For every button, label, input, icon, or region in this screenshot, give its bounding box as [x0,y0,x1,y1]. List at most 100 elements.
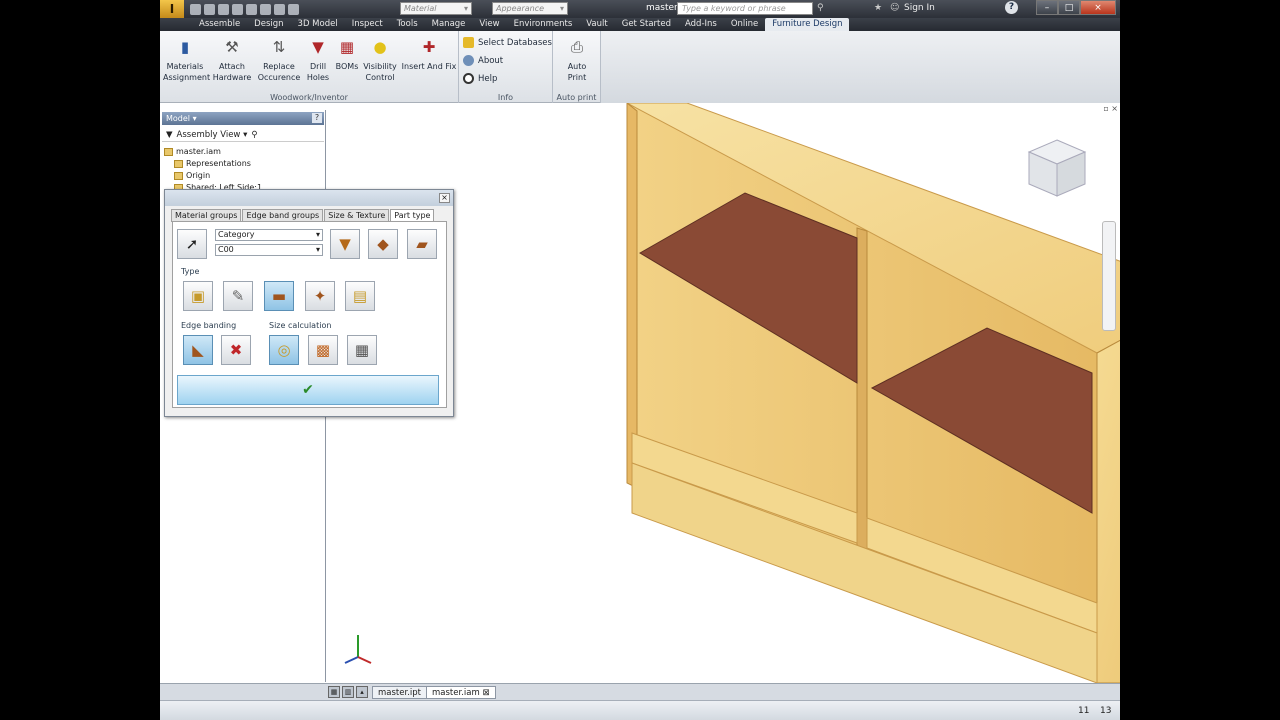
close-button[interactable]: × [1080,0,1116,15]
appearance-select[interactable]: Appearance ▾ [492,2,568,15]
tree-root[interactable]: master.iam [164,146,322,158]
type-button-2[interactable]: ✎ [223,281,253,311]
ribbon-tab-inspect[interactable]: Inspect [345,18,390,31]
type-button-1[interactable]: ▣ [183,281,213,311]
tab-edge-band-groups[interactable]: Edge band groups [242,209,324,221]
type-button-3[interactable]: ▬ [264,281,294,311]
dialog-close-button[interactable]: × [439,193,450,203]
ribbon-tab-manage[interactable]: Manage [425,18,473,31]
app-logo[interactable]: I [160,0,184,18]
ribbon-tab-environments[interactable]: Environments [507,18,580,31]
panel-button[interactable]: ▰ [407,229,437,259]
assembly-view-select[interactable]: Assembly View ▾ [177,130,248,140]
type-button-5[interactable]: ▤ [345,281,375,311]
maximize-button[interactable]: □ [1058,0,1080,15]
ribbon-tab-3d-model[interactable]: 3D Model [291,18,345,31]
group-label: Info [497,93,514,102]
viewport-controls[interactable]: ▫ × [1103,104,1118,113]
redo-icon[interactable] [246,3,257,15]
insert-icon: ✚ [422,37,436,56]
find-icon[interactable]: ⚲ [251,130,257,140]
size-calc-button-1[interactable]: ◎ [269,335,299,365]
sign-in-link[interactable]: Sign In [904,3,935,13]
size-calc-button-2[interactable]: ▩ [308,335,338,365]
tab-part-type[interactable]: Part type [390,209,435,221]
update-icon[interactable] [274,3,285,15]
tab-list-icon[interactable]: ▴ [356,686,368,698]
quick-access-toolbar [190,3,299,15]
connector-icon: ✦ [313,287,327,305]
tile-icon[interactable]: ▦ [328,686,340,698]
type-button-4[interactable]: ✦ [305,281,335,311]
projects-icon[interactable] [288,3,299,15]
woodwork-group: ▮ Materials Assignment ⚒ Attach Hardware… [160,31,459,103]
code-select[interactable]: C00 [215,244,323,256]
ribbon-tab-view[interactable]: View [472,18,506,31]
view-label: Assembly View [176,129,241,140]
open-icon[interactable] [204,3,215,15]
select-tool-button[interactable]: ➚ [177,229,207,259]
help-button[interactable]: ? [1005,1,1018,14]
apply-button[interactable]: ✔ [177,375,439,405]
attach-hardware-button[interactable]: ⚒ Attach Hardware [210,35,254,83]
tree-item[interactable]: Origin [164,170,322,182]
tab-size-texture[interactable]: Size & Texture [324,209,390,221]
browser-header[interactable]: Model ▾ ? [162,112,324,125]
user-icon[interactable]: ☺ [890,3,899,13]
ribbon-tab-tools[interactable]: Tools [390,18,425,31]
edge-band-remove-button[interactable]: ✖ [221,335,251,365]
insert-and-fix-button[interactable]: ✚ Insert And Fix [400,35,458,72]
cascade-icon[interactable]: ▥ [342,686,354,698]
lightbulb-icon: ● [373,37,387,56]
board-button[interactable]: ◆ [368,229,398,259]
tree-label: Origin [186,171,211,180]
favorites-icon[interactable]: ★ [874,3,882,13]
category-select[interactable]: Category [215,229,323,241]
size-calc-button-3[interactable]: ▦ [347,335,377,365]
doc-tab-master-iam[interactable]: master.iam ⊠ [426,686,496,699]
edge-band-apply-button[interactable]: ◣ [183,335,213,365]
doc-tab-master-ipt[interactable]: master.ipt [372,686,427,699]
replace-occurence-button[interactable]: ⇅ Replace Occurence [257,35,301,83]
tab-material-groups[interactable]: Material groups [171,209,242,221]
minimize-button[interactable]: – [1036,0,1058,15]
close-icon[interactable]: ⊠ [482,688,489,698]
ribbon-tab-online[interactable]: Online [724,18,765,31]
auto-print-button[interactable]: ⎙ Auto Print [555,35,599,83]
ribbon-tab-assemble[interactable]: Assemble [192,18,247,31]
ribbon-tab-add-ins[interactable]: Add-Ins [678,18,724,31]
cabinet-left-side [626,103,638,489]
dialog-title-bar[interactable] [165,190,453,206]
material-select[interactable]: Material ▾ [400,2,472,15]
select-databases-button[interactable]: Select Databases [463,37,552,48]
undo-icon[interactable] [232,3,243,15]
material-placeholder: Material [404,4,437,13]
help-ribbon-button[interactable]: Help [463,73,497,84]
materials-assignment-button[interactable]: ▮ Materials Assignment [163,35,210,83]
button-label: Insert And Fix [401,62,457,71]
new-icon[interactable] [190,3,201,15]
button-label: About [478,55,504,66]
visibility-control-button[interactable]: ● Visibility Control [358,35,402,83]
replace-icon: ⇅ [272,37,286,56]
view-cube-icon [1027,139,1087,197]
type-label: Type [181,267,200,276]
filter-icon[interactable]: ▼ [166,130,173,140]
ribbon-tab-design[interactable]: Design [247,18,290,31]
browser-help-button[interactable]: ? [312,113,322,123]
ribbon-tab-furniture-design[interactable]: Furniture Design [765,18,850,31]
view-cube[interactable] [1027,138,1087,198]
arrow-cursor-icon: ➚ [185,235,199,253]
save-icon[interactable] [218,3,229,15]
about-button[interactable]: About [463,55,503,66]
tree-item[interactable]: Representations [164,158,322,170]
ribbon-tab-vault[interactable]: Vault [579,18,614,31]
ribbon-tab-get-started[interactable]: Get Started [615,18,678,31]
button-label: Hardware [212,73,252,82]
search-input[interactable]: Type a keyword or phrase [677,2,813,15]
binoculars-icon[interactable]: ⚲ [817,3,824,13]
chevron-down-icon: ▾ [463,4,468,13]
filter-button[interactable]: ▼ [330,229,360,259]
select-icon[interactable] [260,3,271,15]
navigation-bar[interactable] [1102,221,1116,331]
